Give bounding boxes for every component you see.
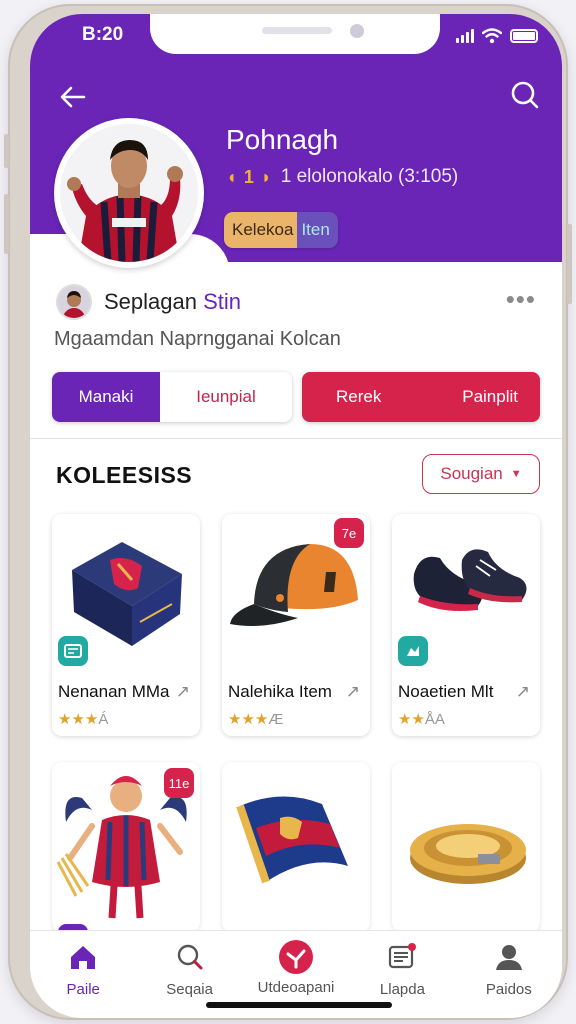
- rating-stars: ★★: [398, 711, 425, 728]
- user-avatar-illustration: [58, 286, 90, 318]
- user-subtitle: Mgaamdan Naprngganai Kolcan: [54, 328, 341, 350]
- nav-item-home[interactable]: Paile: [30, 931, 136, 1018]
- card-title: Noaetien Mlt: [398, 682, 494, 701]
- power-button: [567, 224, 572, 304]
- card-category-icon: [398, 636, 428, 666]
- phone-frame: B:20 Pohnagh ◖ 1 ◗ 1 elolonokalo (3:105)…: [4, 4, 572, 1020]
- sort-label: Sougian: [440, 464, 503, 483]
- more-options-icon[interactable]: •••: [506, 284, 536, 315]
- tab-toggle: Manaki Ieunpial: [52, 372, 292, 422]
- medal-icons: ◖ 1 ◗: [226, 166, 273, 187]
- back-arrow-icon[interactable]: [56, 80, 90, 114]
- rating-text: 1 elolonokalo (3:105): [280, 166, 459, 187]
- card-tag-badge: 7e: [334, 518, 364, 548]
- share-icon[interactable]: ↗: [346, 682, 360, 702]
- badge-right: Iten: [297, 212, 338, 248]
- action-left-button[interactable]: Rerek: [336, 387, 381, 407]
- collection-card[interactable]: [392, 762, 540, 932]
- rating-suffix: ÅA: [424, 711, 445, 728]
- profile-photo: [60, 124, 198, 262]
- card-title: Nalehika Item: [228, 682, 332, 701]
- rating-stars: ★★★: [228, 711, 269, 728]
- collection-card[interactable]: 11e: [52, 762, 200, 932]
- notch: [150, 14, 440, 54]
- screen: B:20 Pohnagh ◖ 1 ◗ 1 elolonokalo (3:105)…: [30, 14, 562, 1018]
- nav-label: Seqaia: [166, 981, 213, 998]
- mute-switch: [4, 134, 9, 168]
- search-icon: [177, 944, 203, 970]
- caret-down-icon: ▼: [510, 468, 522, 480]
- user-row: Seplagan Stin: [56, 284, 241, 320]
- volume-up-button: [4, 194, 9, 254]
- action-group: Rerek Painplit: [302, 372, 540, 422]
- card-tag-badge: 11e: [164, 768, 194, 798]
- camera: [350, 24, 364, 38]
- rating-suffix: Æ: [268, 711, 284, 728]
- home-icon: [71, 946, 96, 969]
- nav-label: Utdeoapani: [257, 979, 335, 996]
- coin-illustration: [410, 824, 526, 884]
- rating-line: ◖ 1 ◗ 1 elolonokalo (3:105): [226, 166, 458, 188]
- card-rating: ★★★Á: [58, 710, 108, 728]
- card-image: [392, 514, 540, 666]
- profile-badge[interactable]: Kelekoa Iten: [224, 212, 338, 248]
- card-rating: ★★ÅA: [398, 710, 445, 728]
- user-avatar[interactable]: [56, 284, 92, 320]
- action-right-button[interactable]: Painplit: [462, 387, 518, 407]
- pennant-illustration: [236, 796, 348, 884]
- nav-label: Paidos: [485, 981, 532, 998]
- divider: [30, 438, 562, 439]
- sort-dropdown[interactable]: Sougian ▼: [422, 454, 540, 494]
- card-rating: ★★★Æ: [228, 710, 283, 728]
- status-time: B:20: [82, 24, 124, 45]
- user-name-accent: Stin: [203, 289, 242, 314]
- signal-icon: [456, 29, 474, 43]
- user-name-main: Seplagan: [104, 289, 197, 314]
- rating-stars: ★★★: [58, 711, 99, 728]
- badge-left: Kelekoa: [224, 212, 298, 248]
- nav-item-profile[interactable]: Paidos: [456, 931, 562, 1018]
- card-image: [52, 514, 200, 666]
- profile-icon: [495, 945, 522, 970]
- collection-card[interactable]: 7e Nalehika Item ↗ ★★★Æ: [222, 514, 370, 736]
- tab-inactive[interactable]: Ieunpial: [160, 372, 292, 422]
- player-illustration: [67, 140, 183, 262]
- nav-label: Paile: [66, 981, 100, 998]
- collection-card[interactable]: Nenanan MMa ↗ ★★★Á: [52, 514, 200, 736]
- card-image: 7e: [222, 514, 370, 666]
- user-name: Seplagan Stin: [104, 289, 241, 315]
- profile-name: Pohnagh: [226, 124, 339, 155]
- battery-icon: [510, 29, 538, 43]
- status-icons: [456, 28, 538, 44]
- share-icon[interactable]: ↗: [516, 682, 530, 702]
- wifi-icon: [482, 28, 502, 44]
- tab-active[interactable]: Manaki: [52, 372, 160, 422]
- speaker: [262, 27, 332, 34]
- nav-label: Llapda: [379, 981, 425, 998]
- search-icon[interactable]: [508, 78, 542, 112]
- card-category-icon: [58, 636, 88, 666]
- collection-title: KOLEESISS: [56, 462, 193, 488]
- profile-avatar[interactable]: [54, 118, 204, 268]
- message-icon: [389, 943, 417, 969]
- rating-suffix: Á: [98, 711, 109, 728]
- collection-card[interactable]: [222, 762, 370, 932]
- collection-card[interactable]: Noaetien Mlt ↗ ★★ÅA: [392, 514, 540, 736]
- share-icon[interactable]: ↗: [176, 682, 190, 702]
- card-title: Nenanan MMa: [58, 682, 170, 701]
- home-indicator[interactable]: [206, 1002, 392, 1008]
- star-badge-icon: [279, 940, 314, 974]
